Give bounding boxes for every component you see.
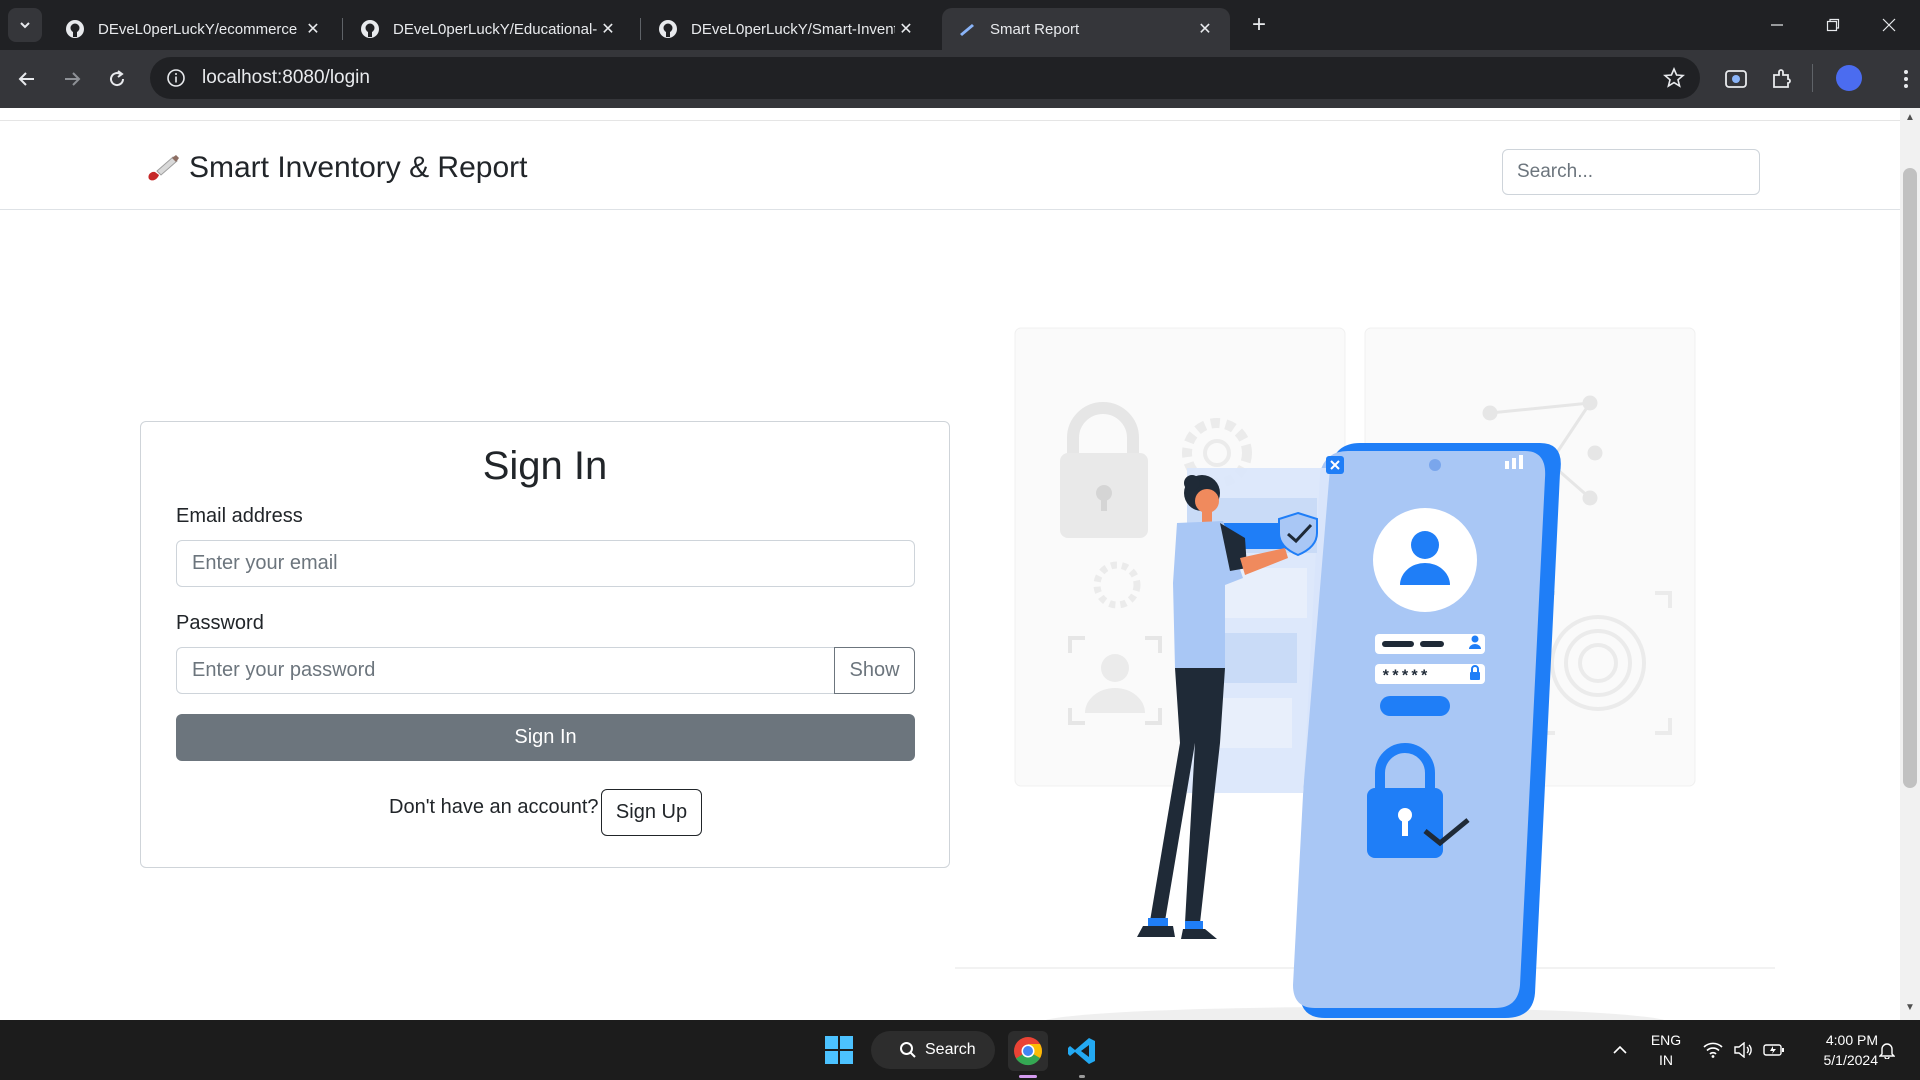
password-label: Password — [176, 612, 264, 634]
navbar-search-input[interactable] — [1502, 149, 1760, 195]
profile-avatar[interactable] — [1836, 65, 1862, 91]
site-navbar: Smart Inventory & Report — [0, 121, 1900, 210]
github-icon — [657, 18, 679, 40]
windows-taskbar: Search ENG IN 4:00 PM 5/1/2024 — [0, 1020, 1920, 1080]
extensions-icon[interactable] — [1766, 63, 1798, 95]
chevron-down-icon — [20, 22, 30, 29]
paintbrush-icon — [148, 155, 179, 181]
arrow-right-icon — [65, 72, 81, 86]
browser-toolbar: localhost:8080/login — [0, 50, 1920, 108]
tab-search-button[interactable] — [8, 8, 42, 42]
browser-tab[interactable]: DEveL0perLuckY/Smart-Invento ✕ — [643, 8, 931, 50]
minimize-icon — [1771, 24, 1783, 26]
sign-in-card: Sign In Email address Password Show Sign… — [140, 421, 950, 868]
system-clock[interactable]: 4:00 PM 5/1/2024 — [1800, 1030, 1879, 1070]
menu-kebab-icon[interactable] — [1890, 63, 1920, 95]
tab-title: Smart Report — [990, 20, 1080, 38]
tab-divider — [342, 18, 343, 40]
show-password-button[interactable]: Show — [834, 647, 915, 694]
show-hidden-icons-chevron-up-icon[interactable] — [1605, 1020, 1635, 1080]
close-tab-icon[interactable]: ✕ — [895, 18, 917, 40]
browser-tab-bar: DEveL0perLuckY/ecommerce ✕ DEveL0perLuck… — [0, 0, 1920, 50]
reload-icon — [110, 70, 125, 87]
close-icon — [1882, 18, 1896, 32]
password-field[interactable] — [176, 647, 835, 694]
close-tab-icon[interactable]: ✕ — [1194, 18, 1216, 40]
tab-title: DEveL0perLuckY/Educational-ap — [393, 20, 597, 38]
back-button[interactable] — [10, 62, 44, 96]
page-viewport: Smart Inventory & Report Sign In Email a… — [0, 108, 1900, 1020]
minimize-button[interactable] — [1750, 0, 1804, 50]
language-code: ENG — [1650, 1032, 1682, 1048]
region-code: IN — [1659, 1052, 1673, 1068]
sign-in-title: Sign In — [482, 444, 608, 488]
new-tab-button[interactable]: + — [1244, 10, 1274, 40]
wifi-icon[interactable] — [1700, 1020, 1726, 1080]
password-mask: ***** — [1381, 668, 1429, 686]
tab-divider — [640, 18, 641, 40]
tab-title: DEveL0perLuckY/Smart-Invento — [691, 20, 895, 38]
active-app-indicator — [1019, 1075, 1037, 1078]
bookmark-star-icon[interactable] — [1662, 66, 1686, 90]
arrow-left-icon — [18, 72, 34, 86]
running-app-indicator — [1079, 1075, 1085, 1078]
brand-title: Smart Inventory & Report — [189, 151, 528, 184]
pen-icon — [956, 18, 978, 40]
clock-date: 5/1/2024 — [1823, 1052, 1879, 1068]
brand-link[interactable]: Smart Inventory & Report — [145, 151, 527, 185]
close-window-button[interactable] — [1862, 0, 1916, 50]
language-indicator[interactable]: ENG IN — [1640, 1030, 1692, 1070]
email-field[interactable] — [176, 540, 915, 587]
taskbar-search-button[interactable]: Search — [871, 1031, 995, 1069]
email-label: Email address — [176, 505, 303, 527]
reload-button[interactable] — [100, 62, 134, 96]
screen-capture-icon[interactable] — [1720, 63, 1752, 95]
github-icon — [359, 18, 381, 40]
notification-bell-icon[interactable] — [1872, 1020, 1902, 1080]
scroll-down-arrow-icon[interactable]: ▼ — [1904, 1002, 1916, 1014]
github-icon — [64, 18, 86, 40]
restore-icon — [1826, 18, 1840, 32]
chrome-taskbar-icon[interactable] — [1008, 1031, 1048, 1071]
close-tab-icon[interactable]: ✕ — [302, 18, 324, 40]
sign-up-button[interactable]: Sign Up — [601, 789, 702, 836]
vscode-taskbar-icon[interactable] — [1062, 1031, 1102, 1071]
restore-button[interactable] — [1806, 0, 1860, 50]
address-bar[interactable]: localhost:8080/login — [150, 57, 1700, 99]
browser-tab-active[interactable]: Smart Report ✕ — [942, 8, 1230, 50]
close-tab-icon[interactable]: ✕ — [597, 18, 619, 40]
clock-time: 4:00 PM — [1825, 1032, 1878, 1048]
windows-start-icon[interactable] — [824, 1035, 854, 1065]
no-account-text: Don't have an account? — [389, 796, 599, 818]
login-security-illustration: ***** — [955, 327, 1775, 1020]
toolbar-divider — [1812, 64, 1813, 92]
browser-tab[interactable]: DEveL0perLuckY/Educational-ap ✕ — [345, 8, 633, 50]
url-text: localhost:8080/login — [202, 67, 370, 88]
taskbar-search-label: Search — [925, 1041, 976, 1058]
search-icon — [899, 1041, 917, 1059]
volume-icon[interactable] — [1730, 1020, 1756, 1080]
sign-in-button[interactable]: Sign In — [176, 714, 915, 761]
forward-button[interactable] — [55, 62, 89, 96]
browser-tab[interactable]: DEveL0perLuckY/ecommerce ✕ — [50, 8, 338, 50]
scrollbar-thumb[interactable] — [1903, 168, 1917, 788]
page-scrollbar[interactable]: ▲ ▼ — [1900, 108, 1920, 1020]
battery-charging-icon[interactable] — [1760, 1020, 1788, 1080]
tab-title: DEveL0perLuckY/ecommerce — [98, 20, 298, 38]
site-info-icon[interactable] — [164, 66, 188, 90]
scroll-up-arrow-icon[interactable]: ▲ — [1904, 112, 1916, 124]
